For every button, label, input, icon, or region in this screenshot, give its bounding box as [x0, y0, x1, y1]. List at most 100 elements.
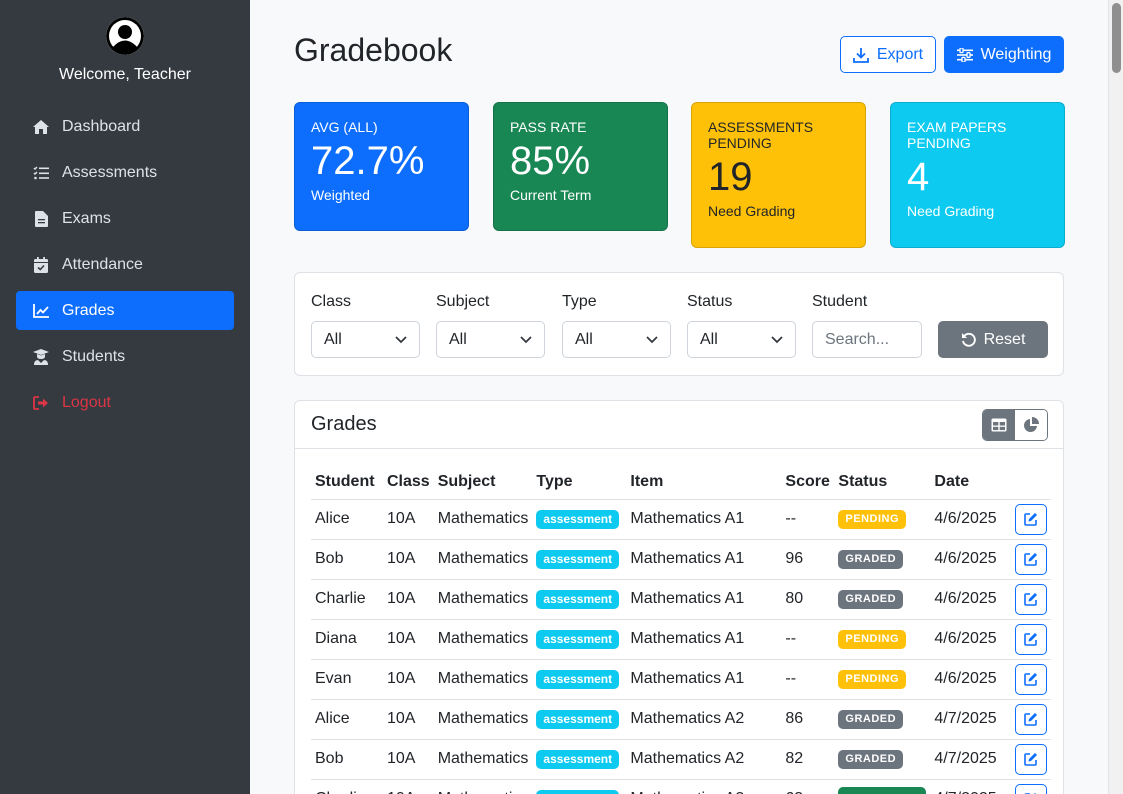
status-badge: GRADED — [838, 550, 904, 569]
cell-class: 10A — [383, 539, 434, 580]
grades-table: Student Class Subject Type Item Score St… — [311, 465, 1052, 794]
edit-button[interactable] — [1015, 783, 1048, 794]
column-header: Type — [532, 465, 627, 500]
column-header-actions — [1011, 465, 1052, 500]
table-row: Charlie10AMathematicsassessment Mathemati… — [311, 779, 1052, 794]
table-row: Evan 10A Mathematics assessment Mathematics … — [311, 659, 1052, 700]
grades-card: Grades Student Class Subject Type Item S… — [294, 400, 1064, 794]
stat-value: 4 — [907, 155, 930, 199]
edit-icon — [1024, 553, 1038, 566]
table-row: Alice 10A Mathematics assessment Mathematics… — [311, 499, 1052, 540]
status-badge — [838, 787, 927, 794]
calendar-check-icon — [32, 256, 50, 274]
status-badge: PENDING — [838, 630, 907, 649]
cell-date: 4/6/2025 — [930, 499, 1012, 540]
column-header: Student — [311, 465, 383, 500]
cell-item: Mathematics A1 — [626, 619, 782, 660]
sidebar-item-dashboard[interactable]: Dashboard — [16, 107, 234, 146]
class-select[interactable]: All — [311, 321, 420, 358]
table-row: Bob 10A Mathematics assessment Mathematics A… — [311, 539, 1052, 580]
weighting-button[interactable]: Weighting — [944, 36, 1064, 73]
table-row: Diana 10A Mathematics assessment Mathematics… — [311, 619, 1052, 660]
sidebar-item-logout[interactable]: Logout — [16, 383, 234, 422]
scrollbar-thumb[interactable] — [1112, 3, 1121, 73]
cell-date: 4/6/2025 — [930, 619, 1012, 660]
sidebar-item-label: Students — [62, 347, 126, 365]
cell-actions — [1011, 499, 1052, 540]
table-row: Charlie10AMathematicsassessment Mathemati… — [311, 579, 1052, 620]
export-label: Export — [876, 45, 924, 63]
edit-button[interactable] — [1015, 543, 1048, 575]
sidebar-item-exams[interactable]: Exams — [16, 199, 234, 238]
sidebar: Welcome, Teacher Dashboard Assessments E… — [0, 0, 250, 794]
cell-date: 4/6/2025 — [930, 539, 1012, 580]
cell-class: 10A — [383, 659, 434, 700]
edit-button[interactable] — [1015, 743, 1048, 775]
sidebar-item-students[interactable]: Students — [16, 337, 234, 376]
cell-student: Bob — [311, 739, 383, 780]
sidebar-item-attendance[interactable]: Attendance — [16, 245, 234, 284]
status-select[interactable]: All — [687, 321, 796, 358]
edit-button[interactable] — [1015, 503, 1048, 535]
cell-status: GRADED — [834, 539, 931, 580]
status-badge: PENDING — [838, 670, 907, 689]
cell-score: -- — [781, 659, 835, 700]
stat-card-assessments-pending: ASSESSMENTS PENDING 19 Need Grading — [691, 102, 866, 248]
edit-button[interactable] — [1015, 703, 1048, 735]
type-badge: assessment — [536, 749, 620, 769]
sidebar-item-assessments[interactable]: Assessments — [16, 153, 234, 192]
cell-score: 86 — [781, 699, 835, 740]
edit-button[interactable] — [1015, 663, 1048, 695]
cell-actions — [1011, 659, 1052, 700]
cell-actions — [1011, 739, 1052, 780]
cell-type: assessment — [532, 739, 627, 780]
cell-subject: Mathematics — [433, 739, 533, 780]
filter-label: Class — [311, 293, 352, 310]
type-badge: assessment — [536, 629, 620, 649]
table-icon — [991, 418, 1007, 432]
filter-label: Subject — [436, 293, 490, 310]
select-value: All — [575, 330, 593, 348]
column-header: Class — [383, 465, 434, 500]
chart-view-button[interactable] — [1015, 410, 1047, 440]
weighting-label: Weighting — [980, 45, 1052, 63]
welcome-text: Welcome, Teacher — [59, 66, 191, 83]
sliders-icon — [956, 47, 973, 62]
export-button[interactable]: Export — [840, 36, 936, 73]
sidebar-item-label: Exams — [62, 209, 111, 227]
edit-button[interactable] — [1015, 623, 1048, 655]
cell-type: assessment — [532, 699, 627, 740]
sidebar-item-grades[interactable]: Grades — [16, 291, 234, 330]
stat-subtext: Current Term — [510, 187, 592, 203]
filter-panel: Class All Subject All Type All Status Al… — [294, 272, 1064, 376]
column-header: Item — [626, 465, 782, 500]
page-scrollbar[interactable] — [1108, 0, 1123, 794]
reset-button[interactable]: Reset — [938, 321, 1048, 358]
edit-icon — [1024, 753, 1038, 766]
type-badge: assessment — [536, 789, 620, 794]
cell-status — [834, 779, 931, 794]
select-value: All — [700, 330, 718, 348]
type-filter: Type All — [562, 293, 671, 358]
cell-class: 10A — [383, 779, 434, 794]
avatar — [106, 17, 144, 55]
type-select[interactable]: All — [562, 321, 671, 358]
type-badge: assessment — [536, 669, 620, 689]
table-view-button[interactable] — [983, 410, 1015, 440]
cell-subject: Mathematics — [433, 659, 533, 700]
cell-type: assessment — [532, 659, 627, 700]
cell-date: 4/7/2025 — [930, 699, 1012, 740]
cell-subject: Mathematics — [433, 539, 533, 580]
cell-status: GRADED — [834, 579, 931, 620]
edit-button[interactable] — [1015, 583, 1048, 615]
cell-actions — [1011, 619, 1052, 660]
student-search-input[interactable] — [812, 321, 922, 358]
edit-icon — [1024, 593, 1038, 606]
cell-status: PENDING — [834, 619, 931, 660]
table-header-row: Student Class Subject Type Item Score St… — [311, 465, 1052, 500]
subject-select[interactable]: All — [436, 321, 545, 358]
status-badge: GRADED — [838, 750, 904, 769]
cell-date: 4/7/2025 — [930, 739, 1012, 780]
cell-type: assessment — [532, 499, 627, 540]
cell-class: 10A — [383, 499, 434, 540]
